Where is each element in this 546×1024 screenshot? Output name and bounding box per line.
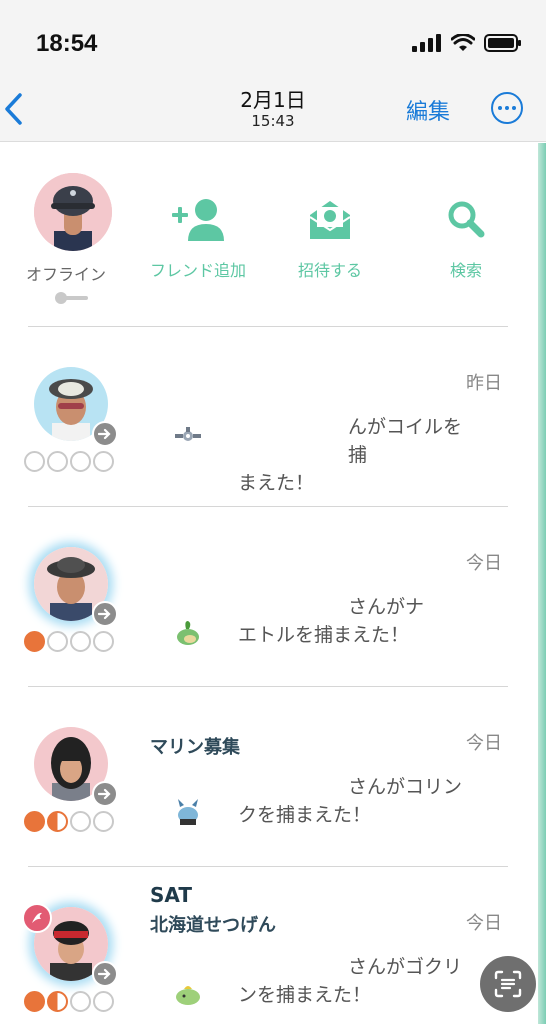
activity-message-line1: さんがコリン <box>348 776 463 798</box>
heart-icon <box>24 811 45 832</box>
search-label: 検索 <box>449 261 482 280</box>
activity-message-line2: エトルを捕まえた！ <box>238 624 410 646</box>
activity-message: さんがゴクリ ンを捕まえた！ <box>238 953 478 1009</box>
heart-icon <box>93 451 114 472</box>
mail-icon <box>309 201 351 239</box>
heart-icon <box>70 451 91 472</box>
signal-icon <box>412 34 441 52</box>
magnemite-icon <box>175 427 201 441</box>
team-mystic-icon <box>22 903 52 933</box>
more-options-icon[interactable] <box>491 92 523 124</box>
activity-message-line1: んがコイルを捕 <box>348 416 463 466</box>
trade-arrow-icon <box>92 421 118 447</box>
heart-icon <box>93 631 114 652</box>
friend-row[interactable]: マリン募集 今日 さんがコリン クを捕まえた！ <box>0 687 540 867</box>
heart-icon <box>70 811 91 832</box>
heart-icon <box>93 811 114 832</box>
activity-message-line1: さんがゴクリ <box>348 956 463 978</box>
nav-time: 15:43 <box>251 112 295 130</box>
status-bar: 18:54 <box>0 0 546 78</box>
activity-message-line2: クを捕まえた！ <box>238 804 372 826</box>
nav-date: 2月1日 <box>240 88 306 112</box>
invite-label: 招待する <box>298 261 363 280</box>
friendship-hearts <box>24 991 114 1012</box>
friend-row[interactable]: SAT 北海道せつげん 今日 さんがゴクリ ンを捕まえた！ <box>0 867 540 1024</box>
gulpin-icon <box>176 986 200 1005</box>
last-activity-day: 今日 <box>466 913 502 934</box>
activity-message-line2: まえた！ <box>238 472 315 494</box>
add-friend-button[interactable]: フレンド追加 <box>150 197 246 281</box>
friend-name: SAT <box>150 883 192 907</box>
scan-text-icon <box>494 970 522 998</box>
last-activity-day: 今日 <box>466 553 502 574</box>
trainer-avatar-icon <box>34 173 112 251</box>
status-icons <box>412 34 522 52</box>
turtwig-icon <box>177 621 199 645</box>
activity-message: んがコイルを捕 まえた！ <box>238 413 478 497</box>
heart-icon <box>93 991 114 1012</box>
heart-icon <box>24 991 45 1012</box>
friendship-hearts <box>24 811 114 832</box>
last-activity-day: 今日 <box>466 733 502 754</box>
friend-row[interactable]: 今日 さんがナ エトルを捕まえた！ <box>0 507 540 687</box>
heart-icon <box>24 451 45 472</box>
trade-arrow-icon <box>92 961 118 987</box>
my-avatar[interactable] <box>34 173 112 251</box>
heart-icon <box>70 631 91 652</box>
shinx-icon <box>178 799 198 825</box>
heart-icon <box>24 631 45 652</box>
activity-message-line2: ンを捕まえた！ <box>238 984 372 1006</box>
online-toggle[interactable] <box>54 291 90 305</box>
invite-button[interactable]: 招待する <box>298 197 362 281</box>
heart-icon <box>47 811 68 832</box>
friendship-hearts <box>24 451 114 472</box>
heart-icon <box>47 631 68 652</box>
heart-icon <box>70 991 91 1012</box>
friendship-hearts <box>24 631 114 652</box>
edit-button[interactable]: 編集 <box>406 94 450 126</box>
my-status-label: オフライン <box>26 265 107 284</box>
friend-name-line2: 北海道せつげん <box>150 915 276 936</box>
add-friend-label: フレンド追加 <box>150 261 247 280</box>
activity-message: さんがナ エトルを捕まえた！ <box>238 593 478 649</box>
top-actions: オフライン フレンド追加 招待する 検索 <box>0 143 540 327</box>
friend-avatar <box>34 547 118 627</box>
activity-message-line1: さんがナ <box>348 596 425 618</box>
add-friend-icon <box>172 199 224 241</box>
heart-icon <box>47 991 68 1012</box>
nav-bar: 2月1日 15:43 編集 <box>0 78 546 142</box>
heart-icon <box>47 451 68 472</box>
search-button[interactable]: 検索 <box>446 197 486 281</box>
trade-arrow-icon <box>92 781 118 807</box>
last-activity-day: 昨日 <box>466 373 502 394</box>
wifi-icon <box>451 34 475 51</box>
scan-text-button[interactable] <box>480 956 536 1012</box>
status-time: 18:54 <box>36 30 98 57</box>
friend-avatar <box>34 367 118 447</box>
trade-arrow-icon <box>92 601 118 627</box>
friend-row[interactable]: 昨日 んがコイルを捕 まえた！ <box>0 327 540 507</box>
friend-name: マリン募集 <box>150 737 240 758</box>
search-icon <box>448 201 485 238</box>
battery-icon <box>484 34 521 52</box>
activity-message: さんがコリン クを捕まえた！ <box>238 773 478 829</box>
friend-avatar <box>34 727 118 807</box>
